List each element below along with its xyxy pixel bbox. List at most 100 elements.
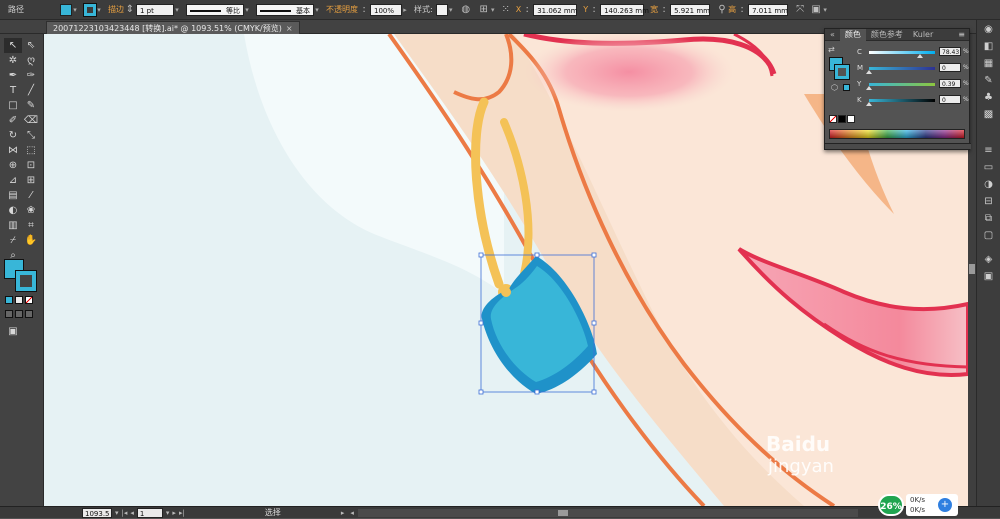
mesh-tool-icon[interactable]: ⊞ [22,173,40,188]
transparency-panel-icon[interactable]: ◑ [980,178,998,192]
symbol-sprayer-tool-icon[interactable]: ❀ [22,203,40,218]
lasso-tool-icon[interactable]: ღ [22,53,40,68]
status-menu-icon[interactable]: ▸ [341,509,345,517]
first-artboard-icon[interactable]: |◂ [122,509,128,517]
cmyk-slider-thumb[interactable] [866,102,872,106]
eyedropper-tool-icon[interactable]: ⁄ [22,188,40,203]
next-artboard-icon[interactable]: ▸ [172,509,176,517]
tab-kuler[interactable]: Kuler [908,29,938,41]
direct-selection-tool-icon[interactable]: ⇖ [22,38,40,53]
prev-artboard-icon[interactable]: ◂ [130,509,134,517]
gradient-panel-icon[interactable]: ▭ [980,161,998,175]
cmyk-value-field[interactable]: 78.43 [939,47,961,56]
style-swatch[interactable] [435,3,448,16]
screen-mode-icon[interactable]: ▣ [5,326,21,338]
line-tool-icon[interactable]: ╱ [22,83,40,98]
align-panel-icon[interactable]: ⊟ [980,195,998,209]
cmyk-slider-thumb[interactable] [917,54,924,58]
artboards-panel-icon[interactable]: ▣ [980,270,998,284]
cmyk-slider-thumb[interactable] [866,70,872,74]
width-field[interactable]: 5.921 mm [670,3,711,16]
layers-panel-icon[interactable]: ◈ [980,253,998,267]
swatches-panel-icon[interactable]: ▦ [980,57,998,71]
tab-color-guide[interactable]: 颜色参考 [866,29,908,41]
tab-color[interactable]: 颜色 [839,28,866,41]
swap-icon[interactable]: ⇄ [828,45,835,54]
cmyk-slider-c[interactable] [869,51,935,54]
artboard-dropdown-icon[interactable]: ▾ [166,509,170,517]
hand-tool-icon[interactable]: ✋ [22,233,40,248]
slice-tool-icon[interactable]: ⌿ [4,233,22,248]
horizontal-scroll-thumb[interactable] [557,509,568,516]
y-field[interactable]: 140.263 mm [600,3,649,16]
draw-normal-icon[interactable] [5,310,13,318]
color-panel-icon[interactable]: ◧ [980,40,998,54]
cmyk-slider-y[interactable] [869,83,935,86]
cmyk-value-field[interactable]: 0 [939,95,961,104]
last-artboard-icon[interactable]: ▸| [179,509,185,517]
panel-menu-icon[interactable]: ≡ [958,30,965,39]
column-graph-tool-icon[interactable]: ▥ [4,218,22,233]
reference-point-icon[interactable]: ⁙ [500,4,512,16]
close-tab-icon[interactable]: × [286,24,293,33]
opacity-label[interactable]: 不透明度 [326,4,358,15]
gradient-mode-icon[interactable] [15,296,23,304]
cmyk-value-field[interactable]: 0 [939,63,961,72]
free-transform-tool-icon[interactable]: ⬚ [22,143,40,158]
stroke-weight-field[interactable]: 1 pt [136,3,174,16]
curvature-tool-icon[interactable]: ✑ [22,68,40,83]
white-color-chip[interactable] [847,115,855,123]
stroke-panel-icon[interactable]: ≡ [980,144,998,158]
black-color-chip[interactable] [838,115,846,123]
out-of-gamut-icon[interactable]: ⬡ [831,83,838,92]
appearance-panel-icon[interactable]: ◉ [980,23,998,37]
zoom-dropdown-icon[interactable]: ▾ [115,509,119,517]
artboard-field[interactable]: 1 [136,507,163,518]
document-tab[interactable]: 20071223103423448 [转换].ai* @ 1093.51% (C… [46,21,300,34]
artboard-tool-icon[interactable]: ⌗ [22,218,40,233]
network-percent-badge[interactable]: 26% [878,494,904,516]
pen-tool-icon[interactable]: ✒ [4,68,22,83]
height-field[interactable]: 7.011 mm [748,3,789,16]
none-color-chip[interactable] [829,115,837,123]
stroke-swatch[interactable] [83,2,97,17]
stroke-color-box[interactable] [15,270,37,292]
cmyk-slider-k[interactable] [869,99,935,102]
none-mode-icon[interactable] [25,296,33,304]
pathfinder-panel-icon[interactable]: ⧉ [980,212,998,226]
profile-dropdown-icon[interactable]: ▾ [244,4,250,16]
stroke-stepper-icon[interactable]: ⇕ [124,4,136,16]
horizontal-scrollbar[interactable] [357,508,858,517]
color-mode-icon[interactable] [5,296,13,304]
align-dropdown-icon[interactable]: ▾ [490,4,496,16]
type-tool-icon[interactable]: T [4,83,22,98]
brush-dropdown-icon[interactable]: ▾ [314,4,320,16]
network-plus-icon[interactable]: + [938,498,952,512]
draw-inside-icon[interactable] [25,310,33,318]
rotate-tool-icon[interactable]: ↻ [4,128,22,143]
x-field[interactable]: 31.062 mm [533,3,578,16]
paintbrush-tool-icon[interactable]: ✎ [22,98,40,113]
vertical-scroll-thumb[interactable] [969,264,975,274]
live-paint-tool-icon[interactable]: ⊡ [22,158,40,173]
transform-icon[interactable]: ⤧ [794,4,806,16]
graphic-styles-panel-icon[interactable]: ▩ [980,108,998,122]
scale-tool-icon[interactable]: ⤡ [22,128,40,143]
blend-tool-icon[interactable]: ◐ [4,203,22,218]
style-dropdown-icon[interactable]: ▾ [448,4,454,16]
gradient-tool-icon[interactable]: ▤ [4,188,22,203]
shape-builder-tool-icon[interactable]: ⊕ [4,158,22,173]
gamut-color-chip[interactable] [843,84,850,91]
cmyk-slider-m[interactable] [869,67,935,70]
cmyk-value-field[interactable]: 0.39 [939,79,961,88]
panel-menu-dropdown-icon[interactable]: ▾ [822,4,828,16]
opacity-stepper-icon[interactable]: : [358,4,370,16]
color-panel-resize[interactable] [825,143,971,149]
symbols-panel-icon[interactable]: ♣ [980,91,998,105]
eraser-tool-icon[interactable]: ⌫ [22,113,40,128]
width-tool-icon[interactable]: ⋈ [4,143,22,158]
brush-definition[interactable]: 基本 [256,3,314,16]
opacity-dropdown-icon[interactable]: ▸ [402,4,408,16]
collapse-icon[interactable]: « [825,29,840,41]
pencil-tool-icon[interactable]: ✐ [4,113,22,128]
